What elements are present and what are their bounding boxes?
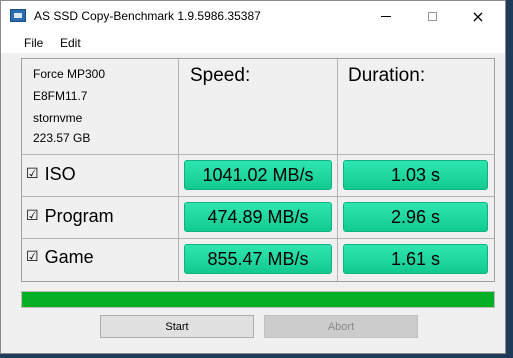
speed-header: Speed: — [190, 65, 251, 86]
row-iso[interactable]: ☑ ISO — [26, 163, 76, 185]
speed-result-program: 474.89 MB/s — [184, 202, 332, 232]
close-icon: × — [471, 6, 485, 26]
row-program[interactable]: ☑ Program — [26, 205, 114, 227]
abort-button[interactable]: Abort — [264, 315, 418, 338]
maximize-icon — [427, 12, 437, 21]
start-button[interactable]: Start — [100, 315, 254, 338]
minimize-button[interactable] — [363, 1, 409, 32]
desktop-background — [506, 0, 513, 358]
grid-divider — [337, 59, 338, 281]
results-grid: Force MP300 E8FM11.7 stornvme 223.57 GB … — [21, 58, 495, 282]
grid-divider — [22, 154, 494, 155]
row-label-iso: ISO — [44, 163, 76, 184]
menu-edit[interactable]: Edit — [60, 36, 81, 50]
window-title: AS SSD Copy-Benchmark 1.9.5986.35387 — [34, 9, 261, 23]
grid-divider — [22, 196, 494, 197]
progress-fill — [22, 292, 494, 307]
duration-result-iso: 1.03 s — [343, 160, 488, 190]
progress-bar — [21, 291, 495, 308]
drive-driver: stornvme — [33, 111, 83, 125]
speed-result-iso: 1041.02 MB/s — [184, 160, 332, 190]
grid-divider — [178, 59, 179, 281]
duration-header: Duration: — [348, 65, 426, 86]
row-label-program: Program — [44, 205, 114, 226]
checkbox-program[interactable]: ☑ — [26, 208, 39, 224]
drive-model: Force MP300 — [33, 67, 106, 81]
title-bar[interactable]: AS SSD Copy-Benchmark 1.9.5986.35387 × — [1, 1, 505, 32]
menu-file[interactable]: File — [24, 36, 43, 50]
grid-divider — [22, 238, 494, 239]
row-label-game: Game — [44, 246, 94, 267]
maximize-button[interactable] — [409, 1, 455, 32]
row-game[interactable]: ☑ Game — [26, 246, 94, 268]
close-button[interactable]: × — [455, 1, 501, 32]
benchmark-window: AS SSD Copy-Benchmark 1.9.5986.35387 × F… — [0, 0, 506, 354]
checkbox-iso[interactable]: ☑ — [26, 166, 39, 182]
duration-result-game: 1.61 s — [343, 244, 488, 274]
checkbox-game[interactable]: ☑ — [26, 249, 39, 265]
speed-result-game: 855.47 MB/s — [184, 244, 332, 274]
minimize-icon — [381, 16, 391, 17]
duration-result-program: 2.96 s — [343, 202, 488, 232]
menu-bar: File Edit — [1, 32, 505, 53]
drive-firmware: E8FM11.7 — [33, 89, 88, 103]
drive-size: 223.57 GB — [33, 131, 91, 145]
app-icon — [10, 9, 26, 22]
